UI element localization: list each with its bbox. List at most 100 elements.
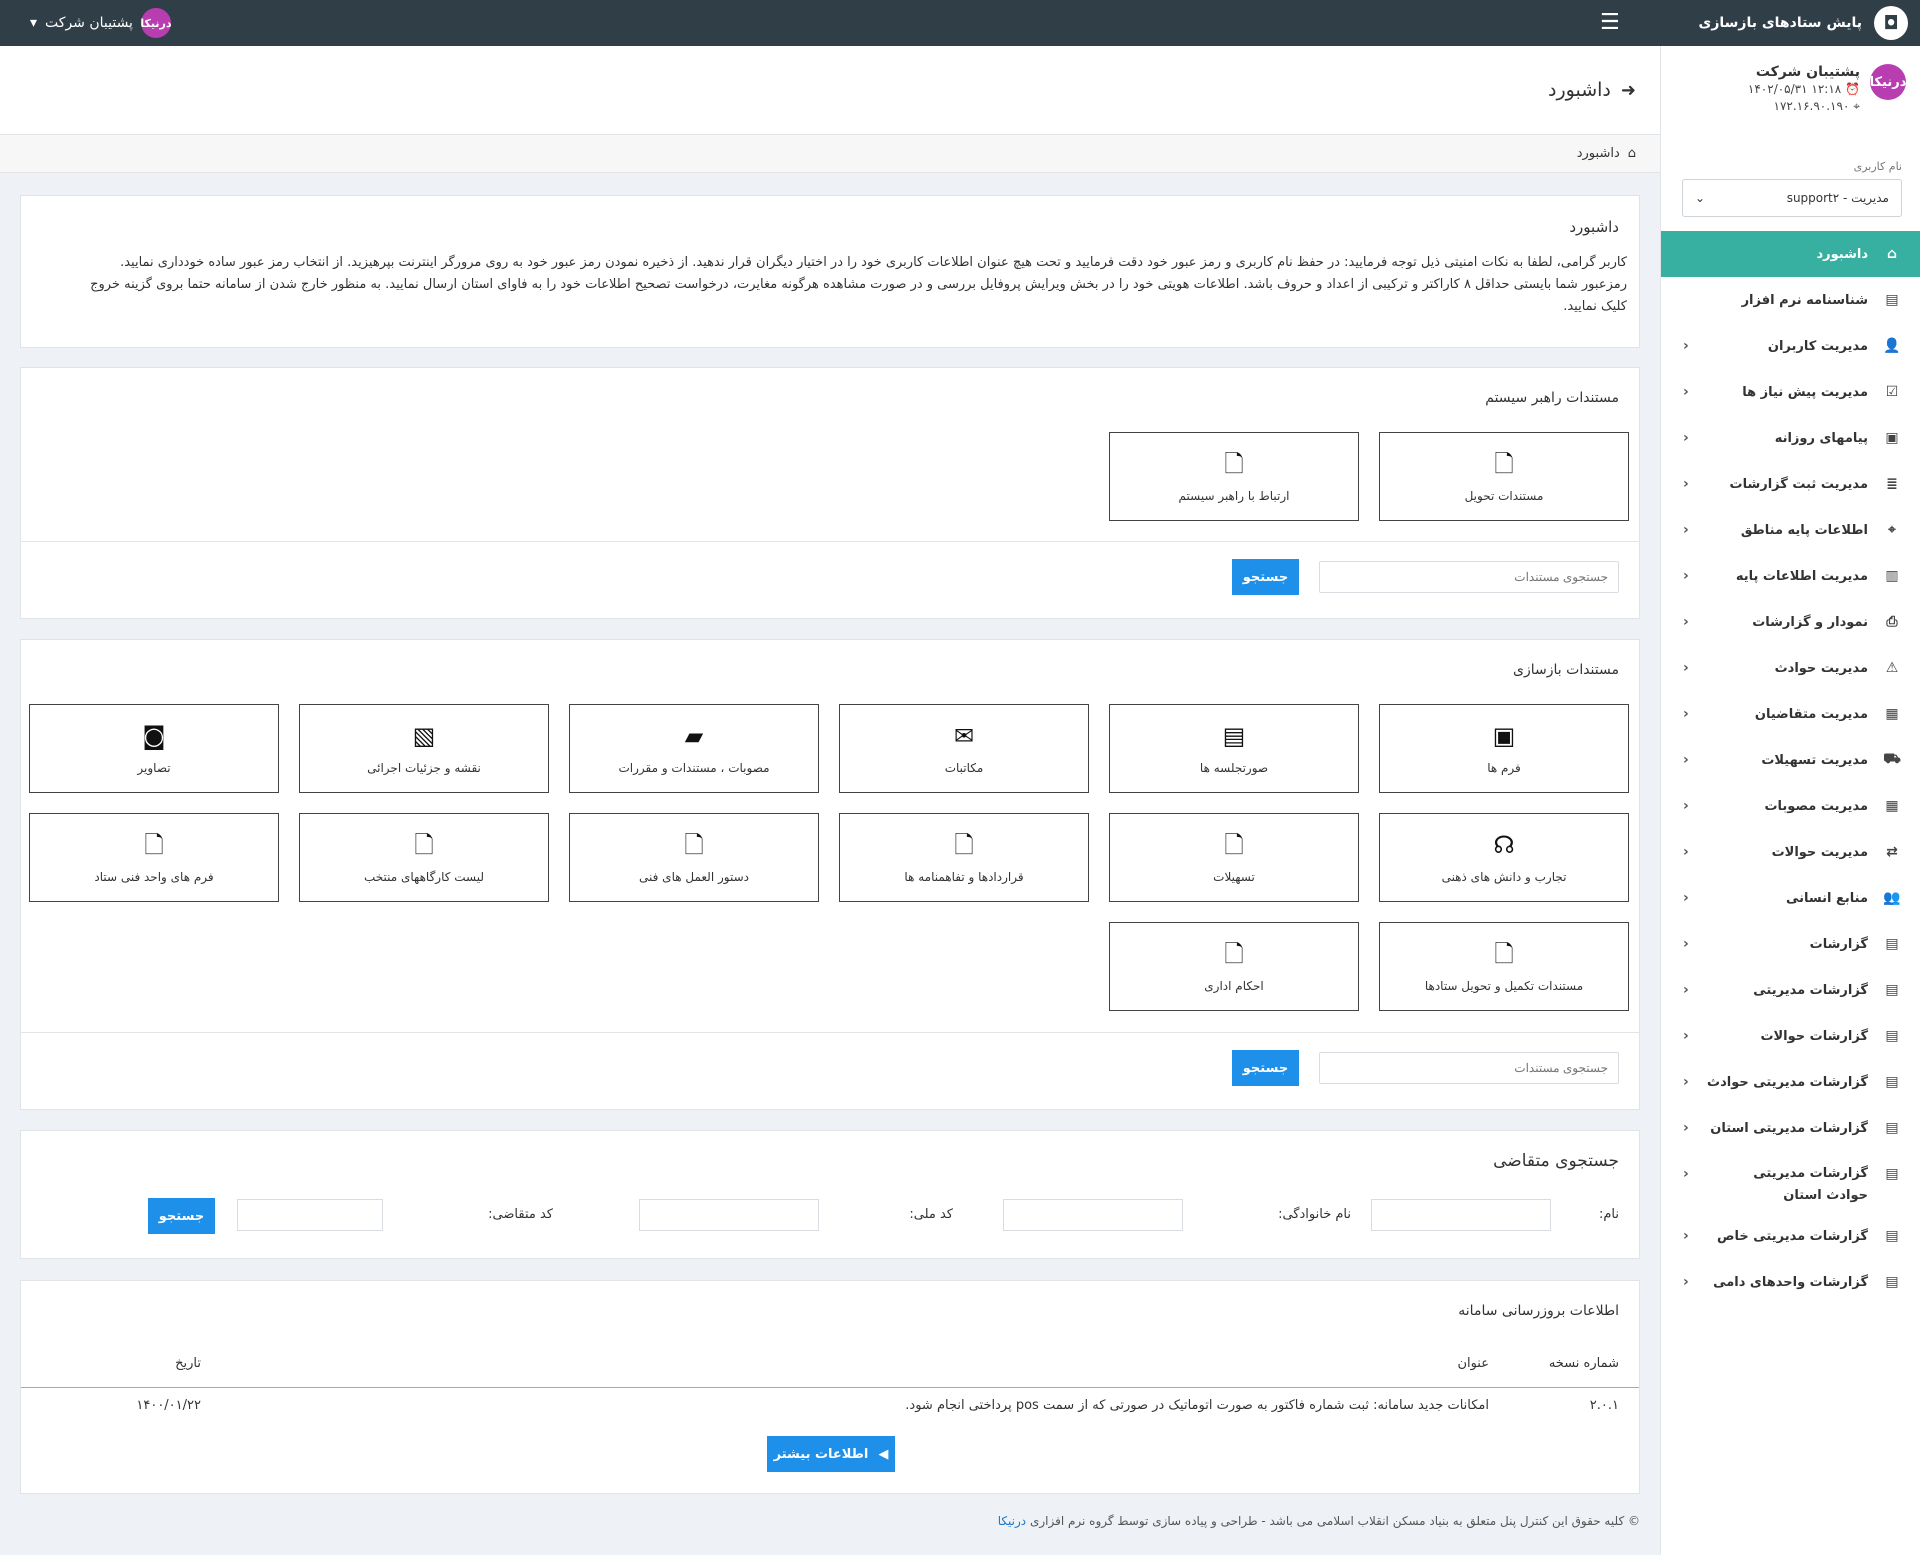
report-icon: ▤	[1885, 1274, 1899, 1290]
chevron-left-icon: ‹	[1683, 338, 1689, 354]
sidebar-item-label: مدیریت مصوبات	[1764, 798, 1868, 814]
doc-tile[interactable]: 🗋 قراردادها و تفاهمنامه ها	[839, 813, 1089, 902]
col-version: شماره نسخه	[1509, 1341, 1639, 1388]
sidebar-item[interactable]: ▤ گزارشات مدیریتی حوادث استان ‹	[1661, 1151, 1920, 1213]
sidebar-item[interactable]: ▤ گزارشات واحدهای دامی ‹	[1661, 1259, 1920, 1305]
document-icon: 🗋	[144, 830, 164, 859]
sidebar-item[interactable]: ▤ گزارشات حوالات ‹	[1661, 1013, 1920, 1059]
sidebar-item[interactable]: ⎙ نمودار و گزارشات ‹	[1661, 599, 1920, 645]
report-icon: ▤	[1885, 1228, 1899, 1244]
sidebar-item-label: پیامهای روزانه	[1774, 430, 1868, 446]
sidebar-item-label: مدیریت ثبت گزارشات	[1729, 476, 1869, 492]
sidebar-item[interactable]: ▥ مدیریت اطلاعات پایه ‹	[1661, 553, 1920, 599]
chevron-down-icon: ⌄	[1695, 191, 1706, 205]
rebuild-docs-search-input[interactable]	[1319, 1052, 1619, 1084]
main-content: ➜ داشبورد ⌂ داشبورد	[0, 46, 1660, 173]
sidebar-item[interactable]: ⌂ داشبورد	[1661, 231, 1920, 277]
sidebar-item[interactable]: ⇄ مدیریت حوالات ‹	[1661, 829, 1920, 875]
page-title: داشبورد	[1548, 79, 1611, 101]
page-header: ➜ داشبورد	[0, 46, 1660, 135]
doc-tile[interactable]: 🗋 فرم های واحد فنی ستاد	[29, 813, 279, 902]
name-input[interactable]	[1371, 1199, 1551, 1231]
doc-tile[interactable]: 🗋 دستور العمل های فنی	[569, 813, 819, 902]
top-user-menu[interactable]: درنیکا پشتیبان شرکت ▾	[30, 8, 172, 38]
sidebar-item[interactable]: ⛟ مدیریت تسهیلات ‹	[1661, 737, 1920, 783]
breadcrumb: ⌂ داشبورد	[0, 135, 1660, 173]
incident-icon: ⚠	[1885, 660, 1899, 676]
sidebar-item[interactable]: 👤 مدیریت کاربران ‹	[1661, 323, 1920, 369]
sidebar-item[interactable]: 👥 منابع انسانی ‹	[1661, 875, 1920, 921]
sidebar-item[interactable]: ▤ گزارشات مدیریتی حوادث ‹	[1661, 1059, 1920, 1105]
hamburger-icon[interactable]: ☰	[1600, 10, 1620, 35]
tile-label: فرم های واحد فنی ستاد	[94, 869, 214, 884]
sidebar-item[interactable]: ⚠ مدیریت حوادث ‹	[1661, 645, 1920, 691]
applicant-search-button[interactable]: جستجو	[148, 1198, 215, 1234]
sidebar-item[interactable]: ☑ مدیریت پیش نیاز ها ‹	[1661, 369, 1920, 415]
sidebar-item-label: گزارشات مدیریتی	[1753, 982, 1868, 998]
applicant-code-input[interactable]	[237, 1199, 383, 1231]
user-role-value: مدیریت - support۲	[1786, 191, 1889, 205]
newspaper-icon: ▤	[1222, 721, 1246, 750]
guide-docs-search-button[interactable]: جستجو	[1232, 559, 1299, 595]
sidebar-item-label: گزارشات مدیریتی استان	[1710, 1120, 1868, 1136]
sidebar-item[interactable]: ▤ گزارشات مدیریتی خاص ‹	[1661, 1213, 1920, 1259]
doc-tile[interactable]: ▰ مصوبات ، مستندات و مقررات	[569, 704, 819, 793]
notice-line: کلیک نمایید.	[1563, 299, 1627, 314]
tile-delivery-docs[interactable]: 🗋 مستندات تحویل	[1379, 432, 1629, 521]
chevron-left-icon: ‹	[1683, 1274, 1689, 1290]
chevron-left-icon: ‹	[1683, 890, 1689, 906]
footer-link[interactable]: درنیکا	[998, 1514, 1026, 1528]
tile-label: مستندات تکمیل و تحویل ستادها	[1424, 978, 1584, 993]
doc-tile[interactable]: ▤ صورتجلسه ها	[1109, 704, 1359, 793]
users-icon: 👤	[1883, 338, 1901, 354]
user-role-select[interactable]: مدیریت - support۲ ⌄	[1682, 179, 1902, 217]
sidebar-item[interactable]: ▦ مدیریت مصوبات ‹	[1661, 783, 1920, 829]
sidebar-item-label: منابع انسانی	[1785, 890, 1868, 906]
tile-label: فرم ها	[1487, 760, 1521, 775]
brain-head-icon: ☊	[1493, 830, 1515, 859]
guide-docs-search-input[interactable]	[1319, 561, 1619, 593]
doc-tile[interactable]: ☊ تجارب و دانش های ذهنی	[1379, 813, 1629, 902]
tile-contact-admin[interactable]: 🗋 ارتباط با راهبر سیستم	[1109, 432, 1359, 521]
chevron-left-icon: ‹	[1683, 982, 1689, 998]
sidebar-item[interactable]: ▤ گزارشات مدیریتی استان ‹	[1661, 1105, 1920, 1151]
chevron-left-icon: ‹	[1683, 1166, 1689, 1182]
doc-tile[interactable]: 🗋 لیست کارگاههای منتخب	[299, 813, 549, 902]
more-info-button[interactable]: ◀ اطلاعات بیشتر	[767, 1436, 895, 1472]
chevron-left-icon: ‹	[1683, 1120, 1689, 1136]
sidebar-item[interactable]: ▣ پیامهای روزانه ‹	[1661, 415, 1920, 461]
sidebar-item[interactable]: ▤ گزارشات مدیریتی ‹	[1661, 967, 1920, 1013]
sidebar-item-label: گزارشات حوالات	[1760, 1028, 1868, 1044]
map-pin-icon: ⌖	[1888, 522, 1896, 538]
document-icon: 🗋	[1494, 449, 1514, 478]
breadcrumb-item[interactable]: داشبورد	[1577, 146, 1620, 161]
family-input[interactable]	[1003, 1199, 1183, 1231]
home-icon[interactable]: ⌂	[1628, 146, 1636, 161]
brand[interactable]: ◘ پایش ستادهای بازسازی	[1660, 0, 1920, 46]
sidebar-item-label: گزارشات مدیریتی حوادث	[1707, 1074, 1868, 1090]
chevron-left-icon: ‹	[1683, 706, 1689, 722]
doc-tile[interactable]: ◙ تصاویر	[29, 704, 279, 793]
sidebar-item[interactable]: ▤ شناسنامه نرم افزار	[1661, 277, 1920, 323]
sidebar-item-label: گزارشات واحدهای دامی	[1713, 1274, 1868, 1290]
doc-tile[interactable]: ✉ مکاتبات	[839, 704, 1089, 793]
sidebar-item-label: مدیریت حوالات	[1771, 844, 1868, 860]
doc-tile[interactable]: ▣ فرم ها	[1379, 704, 1629, 793]
family-label: نام خانوادگی:	[1278, 1207, 1351, 1222]
tile-label: تصاویر	[137, 760, 171, 775]
doc-tile[interactable]: 🗋 تسهیلات	[1109, 813, 1359, 902]
doc-tile[interactable]: 🗋 احکام اداری	[1109, 922, 1359, 1011]
sidebar-item[interactable]: ⌖ اطلاعات پایه مناطق ‹	[1661, 507, 1920, 553]
chevron-left-icon: ‹	[1683, 614, 1689, 630]
logo-icon: ◘	[1874, 6, 1908, 40]
sidebar-item[interactable]: ≣ مدیریت ثبت گزارشات ‹	[1661, 461, 1920, 507]
sidebar-item[interactable]: ▤ گزارشات ‹	[1661, 921, 1920, 967]
sidebar-item[interactable]: ▦ مدیریت متقاضیان ‹	[1661, 691, 1920, 737]
doc-tile[interactable]: ▧ نقشه و جزئیات اجرائی	[299, 704, 549, 793]
notice-line: رمزعبور شما بایستی حداقل ۸ کاراکتر و ترک…	[90, 277, 1627, 292]
national-code-input[interactable]	[639, 1199, 819, 1231]
rebuild-docs-search-button[interactable]: جستجو	[1232, 1050, 1299, 1086]
applicant-code-label: کد متقاضی:	[488, 1207, 553, 1222]
doc-tile[interactable]: 🗋 مستندات تکمیل و تحویل ستادها	[1379, 922, 1629, 1011]
notice-title: داشبورد	[1569, 218, 1619, 236]
